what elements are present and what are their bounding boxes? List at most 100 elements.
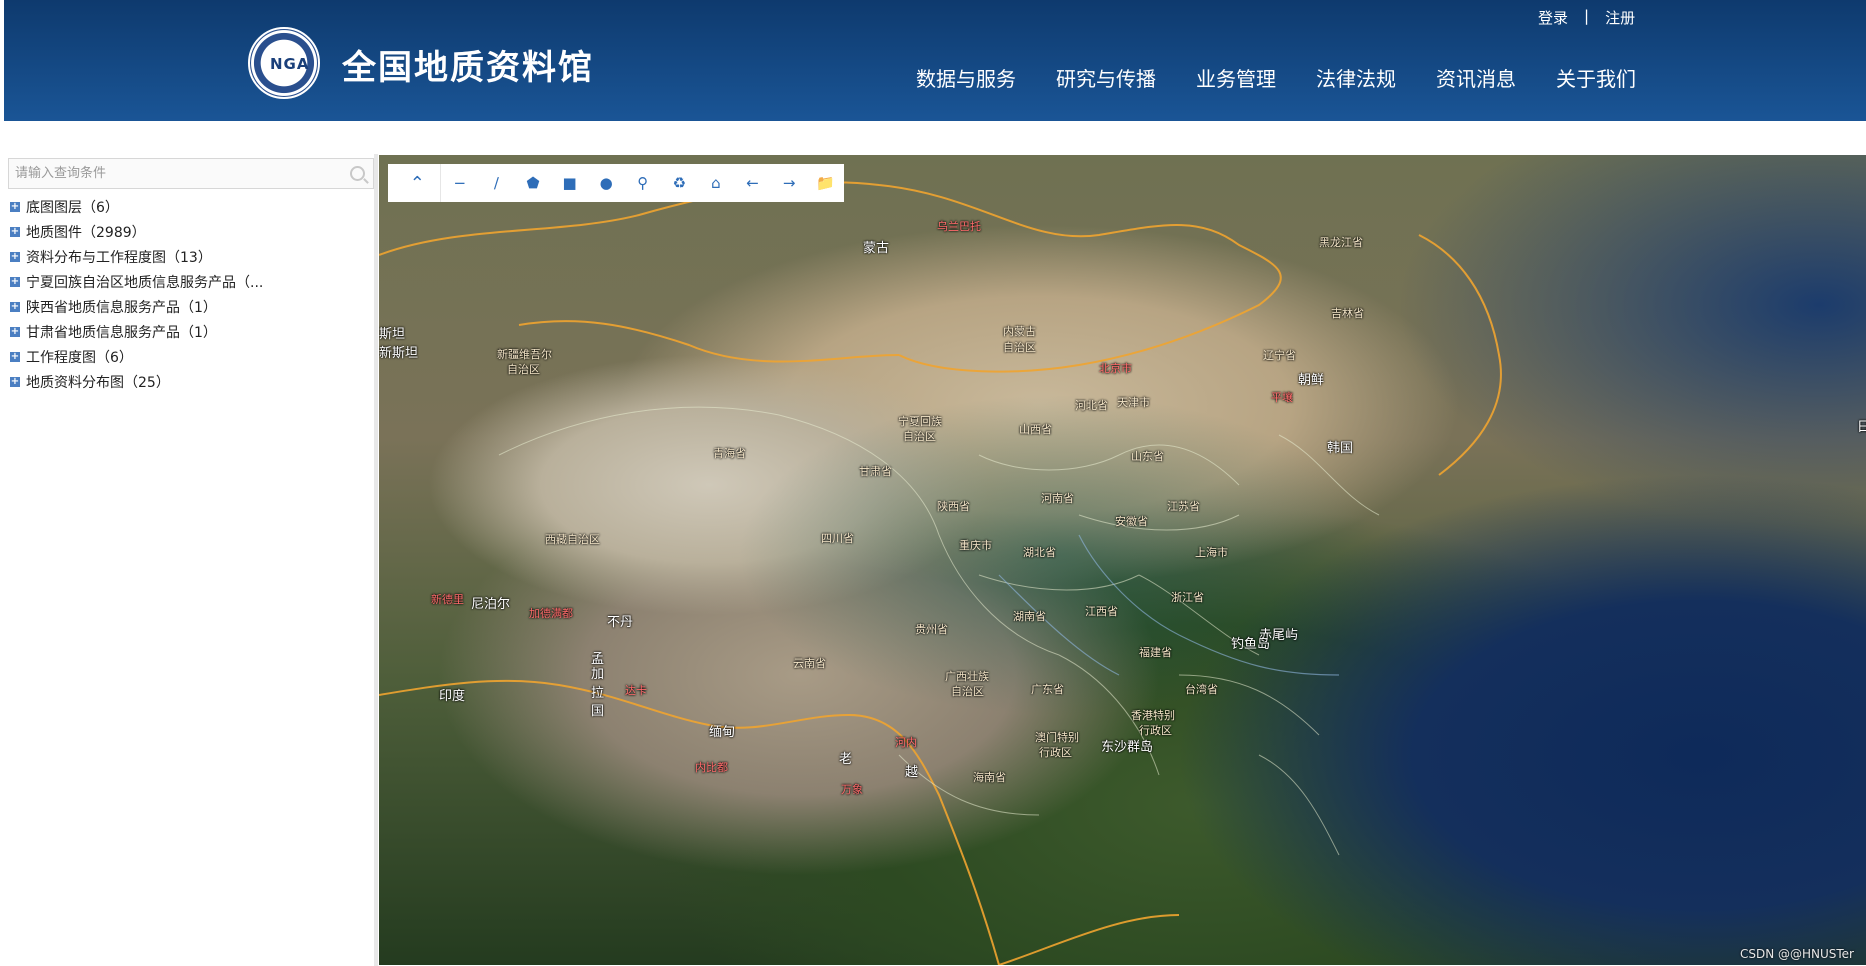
map-label: 新疆维吾尔 (497, 348, 552, 361)
map-label: 广东省 (1031, 683, 1064, 696)
map-label: 自治区 (507, 363, 540, 376)
tree-item[interactable]: + 资料分布与工作程度图（13） (10, 244, 370, 269)
nav-laws[interactable]: 法律法规 (1316, 63, 1396, 92)
map-label: 乌兰巴托 (937, 220, 981, 233)
delete-icon[interactable]: ♻ (661, 164, 698, 202)
search-icon[interactable] (350, 166, 365, 181)
map-label: 广西壮族 (945, 670, 989, 683)
map-label: 河内 (895, 736, 917, 749)
site-header: NGA 全国地质资料馆 登录 | 注册 数据与服务 研究与传播 业务管理 法律法… (4, 0, 1866, 121)
map-label: 缅甸 (709, 725, 736, 740)
map-label: 达卡 (625, 684, 647, 697)
map-label: 老 (839, 752, 853, 767)
tree-item[interactable]: + 甘肃省地质信息服务产品（1） (10, 319, 370, 344)
top-links: 登录 | 注册 (1538, 7, 1635, 28)
site-title[interactable]: 全国地质资料馆 (342, 40, 594, 89)
back-icon[interactable]: ← (734, 164, 771, 202)
expand-icon[interactable]: + (10, 251, 20, 262)
expand-icon[interactable]: + (10, 326, 20, 337)
link-separator: | (1584, 7, 1590, 25)
nga-logo[interactable]: NGA (248, 27, 320, 99)
nav-data-services[interactable]: 数据与服务 (916, 63, 1016, 92)
login-link[interactable]: 登录 (1538, 7, 1568, 28)
nav-research[interactable]: 研究与传播 (1056, 63, 1156, 92)
logo-text: NGA (270, 55, 310, 73)
tree-item-label: 宁夏回族自治区地质信息服务产品（... (26, 274, 264, 291)
search-input[interactable] (9, 159, 329, 188)
tree-item[interactable]: + 宁夏回族自治区地质信息服务产品（... (10, 269, 370, 294)
map-label: 尼泊尔 (471, 597, 511, 612)
draw-rectangle-icon[interactable]: ■ (551, 164, 588, 202)
map-label: 福建省 (1139, 646, 1172, 659)
map-label: 青海省 (713, 447, 746, 460)
nav-news[interactable]: 资讯消息 (1436, 63, 1516, 92)
map-label: 西藏自治区 (545, 533, 600, 546)
map-borders (379, 181, 1502, 965)
watermark: CSDN @@HNUSTer (1739, 947, 1854, 961)
expand-icon[interactable]: + (10, 226, 20, 237)
home-icon[interactable]: ⌂ (698, 164, 735, 202)
line-minus-icon[interactable]: − (441, 164, 478, 202)
open-folder-icon[interactable]: 📁 (807, 164, 844, 202)
map-label: 朝鲜 (1298, 373, 1325, 388)
layer-panel: + 底图图层（6） + 地质图件（2989） + 资料分布与工作程度图（13） + 宁夏… (4, 154, 374, 966)
tree-item[interactable]: + 地质资料分布图（25） (10, 369, 370, 394)
tree-item-label: 地质资料分布图（25） (26, 374, 170, 391)
forward-icon[interactable]: → (771, 164, 808, 202)
map-label: 山西省 (1019, 423, 1052, 436)
expand-icon[interactable]: + (10, 201, 20, 212)
map-label: 内比都 (695, 761, 728, 774)
tree-item-label: 陕西省地质信息服务产品（1） (26, 299, 217, 316)
expand-icon[interactable]: + (10, 301, 20, 312)
map-label: 贵州省 (915, 623, 948, 636)
map-label: 斯坦 (379, 327, 406, 342)
map-label: 湖南省 (1013, 610, 1046, 623)
tree-item[interactable]: + 陕西省地质信息服务产品（1） (10, 294, 370, 319)
tree-item[interactable]: + 底图图层（6） (10, 194, 370, 219)
main-nav: 数据与服务 研究与传播 业务管理 法律法规 资讯消息 关于我们 (916, 63, 1636, 92)
draw-polygon-icon[interactable]: ⬟ (515, 164, 552, 202)
map-label: 新斯坦 (379, 346, 419, 361)
map-label: 河北省 (1075, 399, 1108, 412)
nav-about[interactable]: 关于我们 (1556, 63, 1636, 92)
map-label: 浙江省 (1171, 591, 1204, 604)
draw-circle-icon[interactable]: ● (588, 164, 625, 202)
nav-business[interactable]: 业务管理 (1196, 63, 1276, 92)
map-label: 海南省 (973, 771, 1006, 784)
tree-item-label: 甘肃省地质信息服务产品（1） (26, 324, 217, 341)
map-label: 湖北省 (1023, 546, 1056, 559)
map-label: 万象 (841, 783, 863, 796)
map-label: 自治区 (951, 685, 984, 698)
map-label: 台湾省 (1185, 683, 1218, 696)
tree-item[interactable]: + 地质图件（2989） (10, 219, 370, 244)
expand-icon[interactable]: + (10, 351, 20, 362)
draw-line-icon[interactable]: ∕ (478, 164, 515, 202)
map-label: 加 (591, 667, 605, 682)
collapse-up-icon[interactable]: ⌃ (394, 164, 442, 202)
tree-item-label: 资料分布与工作程度图（13） (26, 249, 212, 266)
map-label: 江西省 (1085, 605, 1118, 618)
place-marker-icon[interactable]: ⚲ (624, 164, 661, 202)
map-label: 河南省 (1041, 492, 1074, 505)
expand-icon[interactable]: + (10, 276, 20, 287)
map-label: 上海市 (1195, 546, 1228, 559)
map-label: 黑龙江省 (1319, 236, 1363, 249)
expand-icon[interactable]: + (10, 376, 20, 387)
layer-search (8, 158, 374, 189)
map-label: 江苏省 (1167, 500, 1200, 513)
register-link[interactable]: 注册 (1605, 7, 1635, 28)
map-label: 云南省 (793, 657, 826, 670)
map-label: 拉 (591, 686, 605, 701)
map-label: 越 (905, 765, 919, 780)
map-label: 新德里 (431, 593, 464, 606)
layer-tree: + 底图图层（6） + 地质图件（2989） + 资料分布与工作程度图（13） + 宁夏… (10, 194, 370, 394)
map-label: 蒙古 (863, 241, 890, 256)
map-view[interactable]: 乌兰巴托 蒙古 黑龙江省 吉林省 内蒙古 自治区 新疆维吾尔 自治区 北京市 辽… (379, 155, 1866, 965)
tree-item[interactable]: + 工作程度图（6） (10, 344, 370, 369)
panel-splitter[interactable] (374, 154, 378, 966)
map-label: 宁夏回族 (898, 415, 942, 428)
map-label: 澳门特别 (1035, 731, 1079, 744)
tree-item-label: 工作程度图（6） (26, 349, 133, 366)
map-label: 安徽省 (1115, 515, 1148, 528)
map-label: 国 (591, 704, 605, 719)
